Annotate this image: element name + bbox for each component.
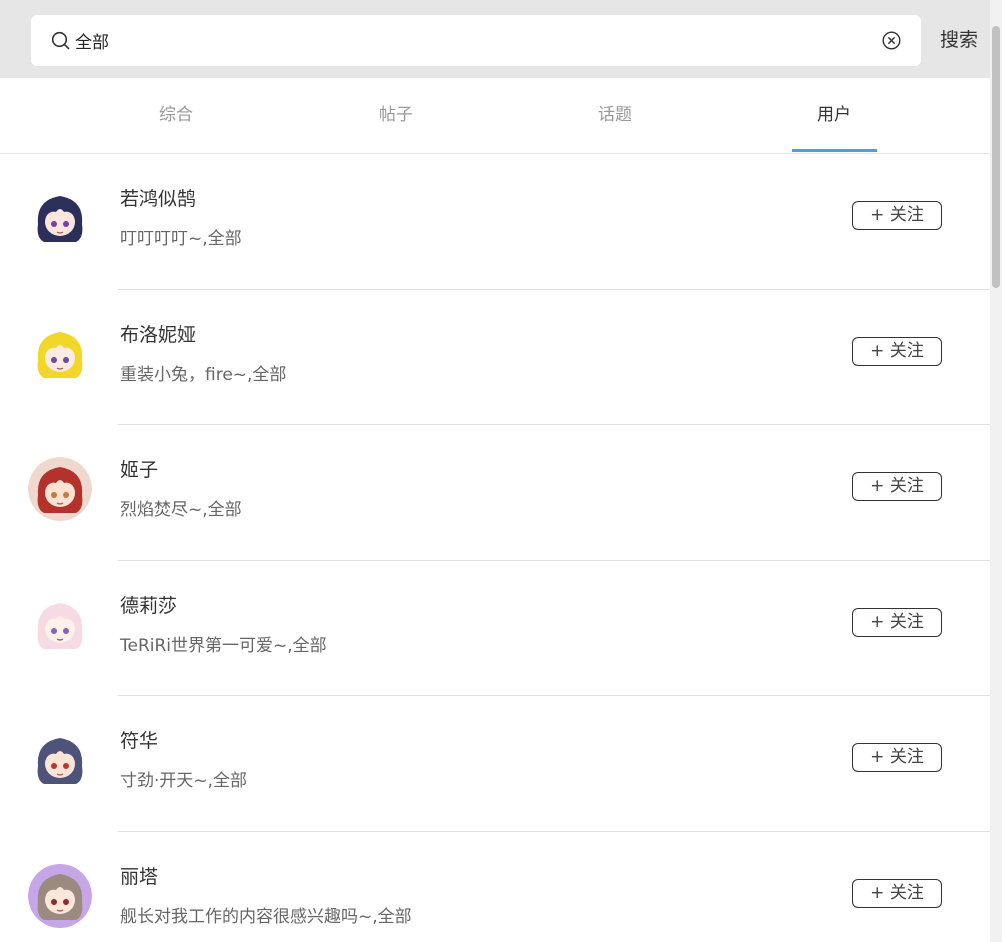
user-list-item[interactable]: 符华 寸劲·开天~,全部 + 关注 bbox=[0, 696, 990, 832]
avatar[interactable] bbox=[28, 728, 92, 792]
avatar[interactable] bbox=[28, 321, 92, 386]
result-tabs: 综合 帖子 话题 用户 bbox=[0, 78, 990, 154]
user-name[interactable]: 德莉莎 bbox=[120, 591, 177, 618]
user-list: 若鸿似鹄 叮叮叮叮~,全部 + 关注 布洛妮娅 重装小兔，fire~,全部 + … bbox=[0, 154, 990, 942]
user-list-item[interactable]: 德莉莎 TeRiRi世界第一可爱~,全部 + 关注 bbox=[0, 561, 990, 696]
user-list-item[interactable]: 布洛妮娅 重装小兔，fire~,全部 + 关注 bbox=[0, 290, 990, 425]
follow-button[interactable]: + 关注 bbox=[852, 607, 942, 637]
user-description: 叮叮叮叮~,全部 bbox=[120, 229, 242, 249]
tab-topics[interactable]: 话题 bbox=[555, 78, 675, 153]
user-name[interactable]: 丽塔 bbox=[120, 862, 158, 889]
user-description: 寸劲·开天~,全部 bbox=[120, 771, 248, 791]
search-header: 搜索 bbox=[0, 0, 990, 78]
follow-button[interactable]: + 关注 bbox=[852, 472, 942, 501]
search-button[interactable]: 搜索 bbox=[930, 15, 988, 66]
search-input[interactable] bbox=[75, 15, 865, 66]
avatar[interactable] bbox=[28, 186, 92, 250]
user-name[interactable]: 布洛妮娅 bbox=[120, 320, 196, 347]
search-box[interactable] bbox=[31, 15, 921, 66]
search-results-page: 搜索 综合 帖子 话题 用户 若鸿似鹄 叮叮叮叮~,全部 + 关注 bbox=[0, 0, 1002, 942]
avatar[interactable] bbox=[28, 592, 92, 657]
user-name[interactable]: 姬子 bbox=[120, 455, 158, 482]
user-name[interactable]: 符华 bbox=[120, 726, 158, 753]
user-list-item[interactable]: 若鸿似鹄 叮叮叮叮~,全部 + 关注 bbox=[0, 154, 990, 290]
user-list-item[interactable]: 姬子 烈焰焚尽~,全部 + 关注 bbox=[0, 425, 990, 561]
follow-button[interactable]: + 关注 bbox=[852, 336, 942, 366]
user-list-item[interactable]: 丽塔 舰长对我工作的内容很感兴趣吗~,全部 + 关注 bbox=[0, 832, 990, 942]
follow-button[interactable]: + 关注 bbox=[852, 201, 942, 230]
user-name[interactable]: 若鸿似鹄 bbox=[120, 184, 196, 211]
clear-icon[interactable] bbox=[882, 31, 901, 50]
active-tab-indicator bbox=[792, 149, 877, 152]
user-description: 舰长对我工作的内容很感兴趣吗~,全部 bbox=[120, 906, 412, 927]
scrollbar[interactable] bbox=[990, 0, 1002, 942]
follow-button[interactable]: + 关注 bbox=[852, 743, 942, 772]
avatar[interactable] bbox=[28, 863, 92, 928]
tab-comprehensive[interactable]: 综合 bbox=[116, 78, 236, 153]
follow-button[interactable]: + 关注 bbox=[852, 878, 942, 908]
tab-users[interactable]: 用户 bbox=[774, 78, 894, 153]
scrollbar-thumb[interactable] bbox=[992, 26, 1000, 288]
user-description: 烈焰焚尽~,全部 bbox=[120, 500, 242, 520]
tab-posts[interactable]: 帖子 bbox=[336, 78, 456, 153]
user-description: 重装小兔，fire~,全部 bbox=[120, 364, 287, 385]
user-description: TeRiRi世界第一可爱~,全部 bbox=[120, 635, 327, 656]
search-icon bbox=[51, 31, 71, 51]
avatar[interactable] bbox=[28, 457, 92, 521]
